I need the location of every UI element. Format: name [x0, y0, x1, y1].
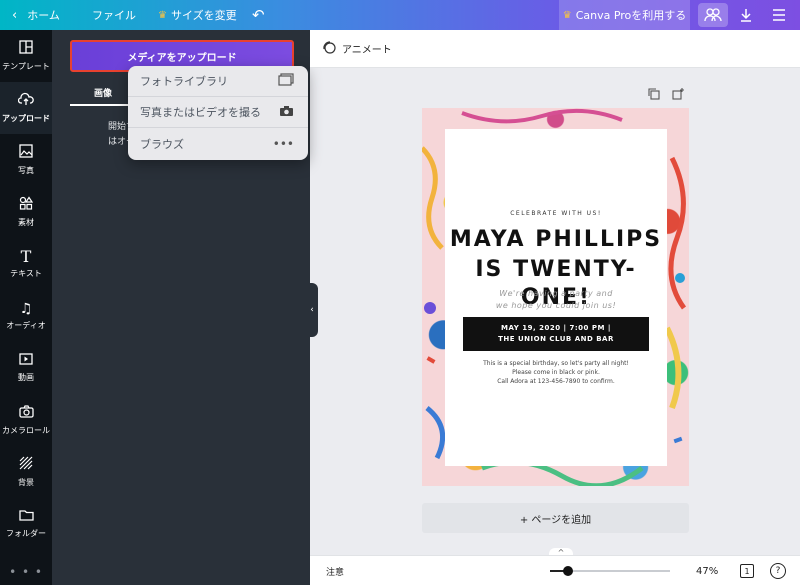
invitation-card: CELEBRATE WITH US! MAYA PHILLIPS IS TWEN…: [445, 129, 667, 466]
rail-label: オーディオ: [6, 321, 46, 330]
text-icon: T: [20, 247, 32, 266]
chevron-left-icon: ‹: [12, 7, 18, 23]
rail-label: 素材: [18, 218, 34, 227]
animate-label: アニメート: [342, 45, 392, 56]
notes-button[interactable]: 注意: [326, 556, 344, 585]
rail-label: テンプレート: [2, 62, 50, 71]
help-button[interactable]: ?: [770, 563, 786, 579]
subtitle-line-2[interactable]: we hope you could join us!: [445, 301, 667, 310]
menu-item-take-photo[interactable]: 写真またはビデオを撮る: [128, 97, 308, 128]
photo-library-icon: [278, 73, 294, 89]
event-date: MAY 19, 2020 | 7:00 PM |: [501, 324, 611, 332]
rail-item-elements[interactable]: 素材: [0, 186, 52, 238]
rail-item-text[interactable]: T テキスト: [0, 238, 52, 290]
upload-cloud-icon: [17, 92, 34, 110]
background-icon: [19, 456, 33, 474]
camera-icon: [18, 404, 34, 422]
rail-item-photos[interactable]: 写真: [0, 134, 52, 186]
rail-label: 写真: [18, 166, 34, 175]
page-count-button[interactable]: 1: [740, 564, 754, 578]
resize-label: サイズを変更: [170, 9, 237, 22]
rail-item-background[interactable]: 背景: [0, 446, 52, 498]
animate-icon: [322, 40, 336, 58]
resize-button[interactable]: ♛ サイズを変更: [158, 0, 237, 30]
event-details-band[interactable]: MAY 19, 2020 | 7:00 PM | THE UNION CLUB …: [463, 317, 649, 351]
animate-button[interactable]: アニメート: [322, 40, 392, 58]
home-button[interactable]: ‹ ホーム: [12, 0, 60, 30]
file-menu-button[interactable]: ファイル: [92, 0, 136, 30]
zoom-value[interactable]: 47%: [696, 556, 718, 585]
rail-item-folders[interactable]: フォルダー: [0, 498, 52, 550]
menu-item-label: 写真またはビデオを撮る: [140, 106, 261, 119]
celebrate-text[interactable]: CELEBRATE WITH US!: [445, 210, 667, 217]
title-line-1[interactable]: MAYA PHILLIPS: [445, 226, 667, 254]
rail-item-uploads[interactable]: アップロード: [0, 82, 52, 134]
upload-source-menu: フォトライブラリ 写真またはビデオを撮る ブラウズ •••: [128, 66, 308, 160]
zoom-slider[interactable]: [550, 566, 670, 576]
tab-images[interactable]: 画像: [70, 80, 136, 106]
menu-item-label: フォトライブラリ: [140, 75, 228, 88]
rail-label: 背景: [18, 478, 34, 487]
rail-label: アップロード: [2, 114, 50, 123]
rail-label: カメラロール: [2, 425, 50, 435]
photo-icon: [19, 144, 33, 162]
collapse-panel-handle[interactable]: ‹: [306, 283, 318, 337]
zoom-slider-knob[interactable]: [563, 566, 573, 576]
template-icon: [19, 40, 33, 58]
menu-item-photo-library[interactable]: フォトライブラリ: [128, 66, 308, 97]
rail-label: 動画: [18, 373, 34, 382]
audio-icon: ♫: [19, 301, 33, 317]
team-icon[interactable]: [698, 3, 728, 27]
rail-item-audio[interactable]: ♫ オーディオ: [0, 290, 52, 342]
rail-item-video[interactable]: 動画: [0, 342, 52, 394]
subtitle-line-1[interactable]: We're having a party and: [445, 289, 667, 298]
design-page[interactable]: CELEBRATE WITH US! MAYA PHILLIPS IS TWEN…: [422, 108, 689, 486]
rail-item-camera-roll[interactable]: カメラロール: [0, 394, 52, 446]
folder-icon: [18, 509, 34, 525]
info-line-3[interactable]: Call Adora at 123-456-7890 to confirm.: [445, 378, 667, 385]
more-icon: •••: [272, 136, 294, 151]
event-venue: THE UNION CLUB AND BAR: [498, 335, 614, 343]
video-icon: [19, 353, 33, 369]
menu-item-label: ブラウズ: [140, 137, 184, 151]
rail-item-templates[interactable]: テンプレート: [0, 30, 52, 82]
bottom-bar: 注意 47% 1 ?: [310, 555, 800, 585]
pro-label: Canva Proを利用する: [575, 9, 687, 22]
menu-icon[interactable]: [764, 0, 794, 30]
download-icon[interactable]: [731, 0, 761, 30]
crown-icon: ♛: [158, 9, 167, 21]
left-rail: テンプレート アップロード 写真 素材 T テキスト ♫ オーディオ 動画 カメ…: [0, 30, 52, 585]
more-icon[interactable]: • • •: [0, 565, 52, 579]
canva-pro-button[interactable]: ♛ Canva Proを利用する: [559, 0, 690, 30]
info-line-1[interactable]: This is a special birthday, so let's par…: [445, 360, 667, 367]
rail-label: テキスト: [10, 269, 42, 278]
editor-header: アニメート: [310, 30, 800, 68]
rail-label: フォルダー: [6, 529, 46, 538]
duplicate-page-icon[interactable]: [648, 88, 660, 103]
elements-icon: [19, 196, 34, 214]
top-bar: ‹ ホーム ファイル ♛ サイズを変更 ↶ ♛ Canva Proを利用する: [0, 0, 800, 30]
crown-icon: ♛: [562, 9, 572, 21]
add-page-button[interactable]: + ページを追加: [422, 503, 689, 533]
info-line-2[interactable]: Please come in black or pink.: [445, 369, 667, 376]
menu-item-browse[interactable]: ブラウズ •••: [128, 128, 308, 159]
home-label: ホーム: [27, 9, 60, 22]
add-page-icon[interactable]: [672, 88, 684, 103]
undo-icon[interactable]: ↶: [252, 0, 265, 30]
camera-icon: [279, 105, 294, 120]
